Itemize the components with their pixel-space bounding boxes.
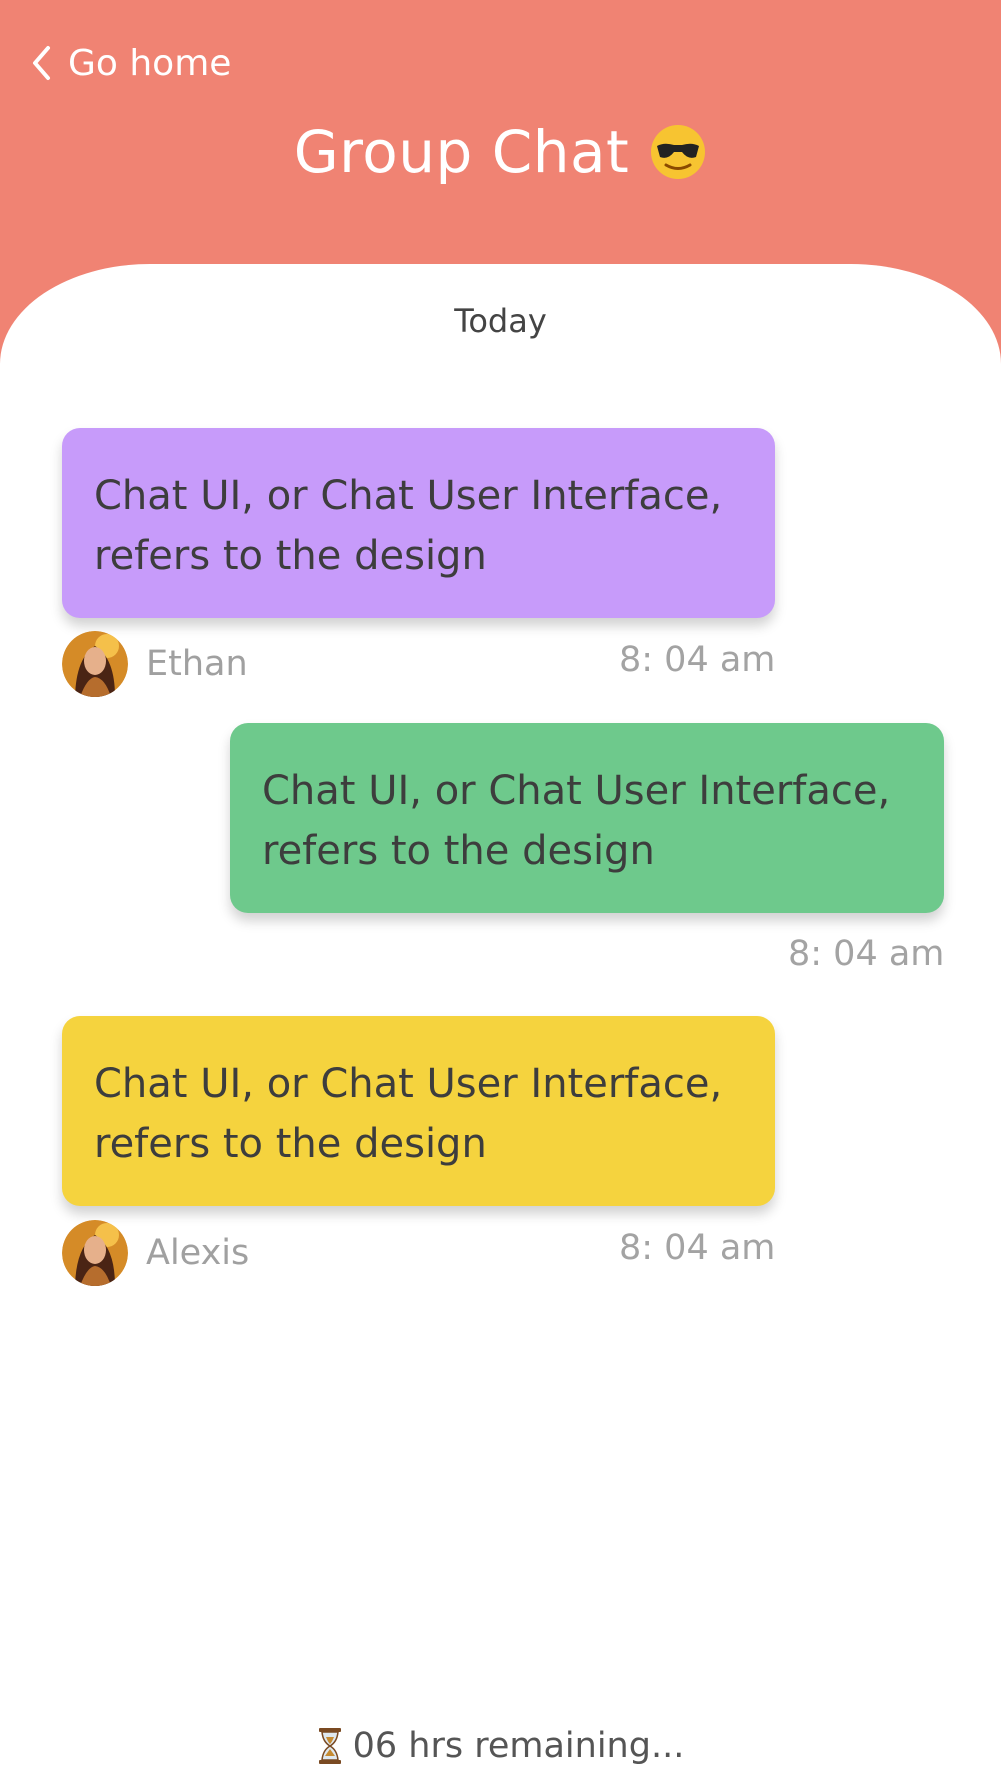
avatar[interactable] [62,1220,128,1286]
chat-panel[interactable]: Today Chat UI, or Chat User Interface, r… [0,264,1001,1779]
message-time: 8: 04 am [619,640,776,680]
time-remaining-text: 06 hrs remaining... [352,1726,685,1766]
go-home-button[interactable]: Go home [30,40,231,86]
go-home-label: Go home [68,42,232,84]
title-row: Group Chat [0,118,1001,186]
message-sender: Ethan [62,631,248,697]
sunglasses-emoji-icon [649,123,707,181]
hourglass-icon [318,1728,341,1764]
message-sender: Alexis [62,1220,249,1286]
message-bubble[interactable]: Chat UI, or Chat User Interface, refers … [230,723,944,913]
chevron-left-icon [33,46,50,80]
avatar[interactable] [62,631,128,697]
message-time: 8: 04 am [788,934,945,974]
day-separator: Today [454,302,547,340]
sender-name: Ethan [146,644,248,684]
message-bubble[interactable]: Chat UI, or Chat User Interface, refers … [62,428,775,618]
message-text: Chat UI, or Chat User Interface, refers … [94,1061,723,1167]
time-remaining: 06 hrs remaining... [0,1726,1001,1766]
message-text: Chat UI, or Chat User Interface, refers … [94,473,723,579]
message-text: Chat UI, or Chat User Interface, refers … [262,768,891,874]
message-bubble[interactable]: Chat UI, or Chat User Interface, refers … [62,1016,775,1206]
page-title: Group Chat [293,118,630,186]
chat-screen: Go home Group Chat Today Chat UI, or Cha… [0,0,1001,1779]
sender-name: Alexis [146,1233,250,1273]
message-time: 8: 04 am [619,1228,776,1268]
